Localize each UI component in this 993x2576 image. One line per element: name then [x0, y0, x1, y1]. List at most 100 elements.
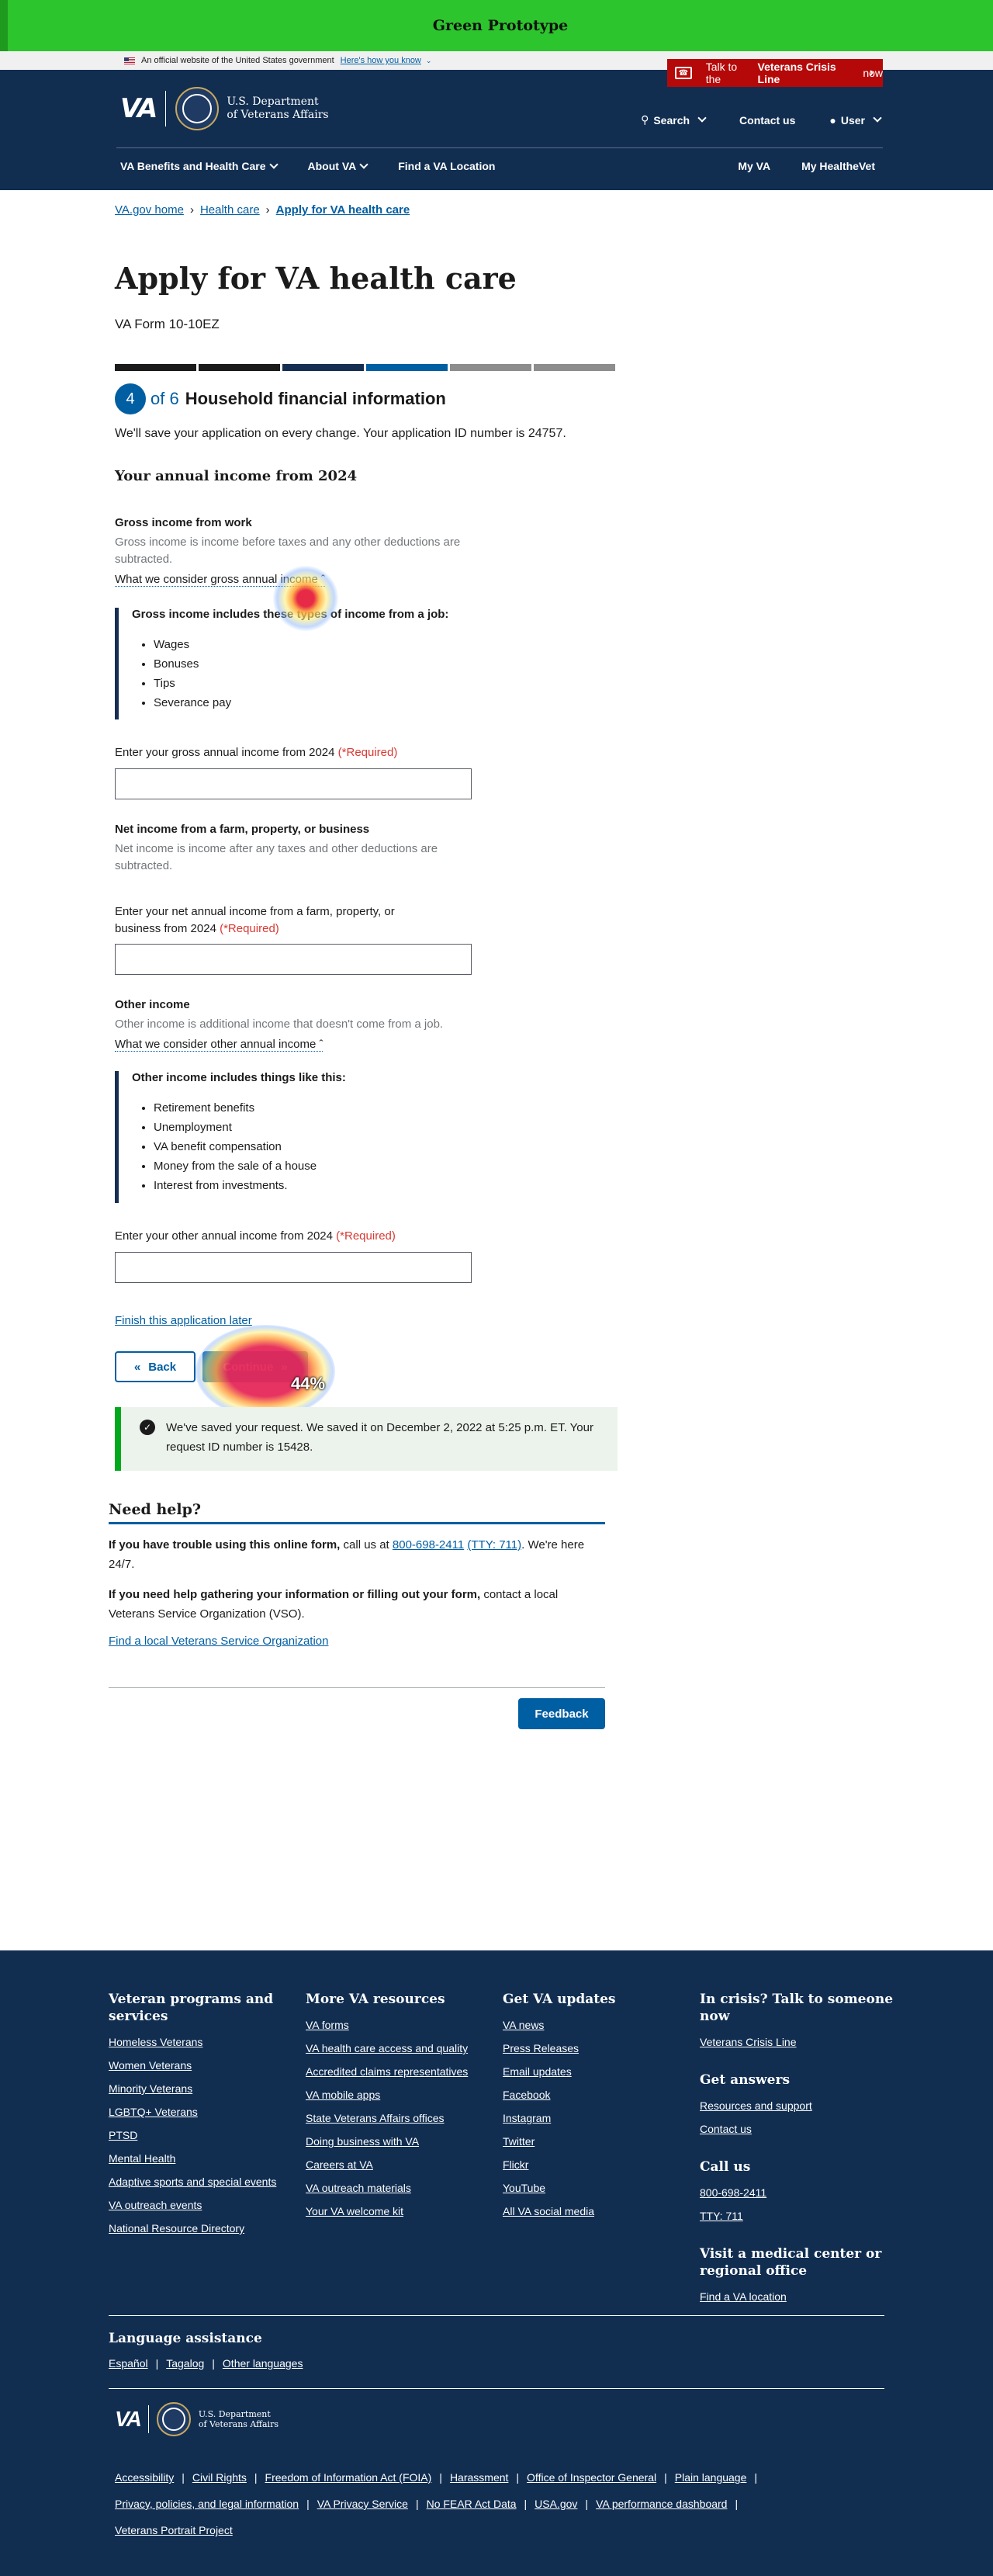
- footer-link[interactable]: National Resource Directory: [109, 2222, 306, 2234]
- find-vso-link[interactable]: Find a local Veterans Service Organizati…: [109, 1635, 605, 1648]
- other-income-group: Other income Other income is additional …: [115, 998, 487, 1052]
- footer-link[interactable]: Flickr: [503, 2158, 700, 2171]
- footer-link[interactable]: PTSD: [109, 2129, 306, 2141]
- help-paragraph-2: If you need help gathering your informat…: [109, 1585, 605, 1624]
- nav-my-va[interactable]: My VA: [738, 160, 770, 172]
- finish-later-link[interactable]: Finish this application later: [115, 1314, 252, 1327]
- footer-link[interactable]: Resources and support: [700, 2099, 894, 2112]
- search-button[interactable]: ⚲ Search: [641, 113, 707, 127]
- dept-line-1: U.S. Department: [227, 95, 319, 108]
- user-label: User: [840, 113, 865, 127]
- back-button[interactable]: « Back: [115, 1351, 195, 1382]
- va-logo[interactable]: VA U.S. Department of Veterans Affairs: [120, 87, 329, 130]
- footer-link[interactable]: Accredited claims representatives: [306, 2065, 503, 2078]
- search-label: Search: [653, 113, 690, 127]
- footer-link[interactable]: VA outreach events: [109, 2199, 306, 2211]
- legal-link[interactable]: Freedom of Information Act (FOIA): [265, 2471, 432, 2484]
- double-chevron-right-icon: »: [281, 1360, 288, 1374]
- nav-about[interactable]: About VA: [308, 160, 368, 172]
- footer-link[interactable]: Doing business with VA: [306, 2135, 503, 2148]
- net-label: Net income from a farm, property, or bus…: [115, 823, 370, 836]
- separator: |: [439, 2471, 442, 2484]
- contact-us-link[interactable]: Contact us: [739, 113, 795, 127]
- footer-link[interactable]: VA mobile apps: [306, 2089, 503, 2101]
- footer-link[interactable]: VA news: [503, 2019, 700, 2031]
- footer-va-logo[interactable]: VA U.S. Department of Veterans Affairs: [115, 2402, 279, 2436]
- footer-link[interactable]: TTY: 711: [700, 2210, 894, 2222]
- footer-link[interactable]: Find a VA location: [700, 2290, 894, 2303]
- lang-link[interactable]: Español: [109, 2357, 148, 2370]
- department-name: U.S. Department of Veterans Affairs: [227, 95, 328, 122]
- user-menu-button[interactable]: ● User: [829, 113, 882, 127]
- footer-link[interactable]: Twitter: [503, 2135, 700, 2148]
- nav-my-healthevet[interactable]: My HealtheVet: [801, 160, 875, 172]
- main-content: VA.gov home › Health care › Apply for VA…: [0, 190, 993, 1950]
- chevron-right-icon: ›: [189, 203, 194, 217]
- feedback-button[interactable]: Feedback: [518, 1698, 605, 1729]
- legal-link[interactable]: Office of Inspector General: [527, 2471, 656, 2484]
- footer-link[interactable]: YouTube: [503, 2182, 700, 2194]
- net-income-input[interactable]: [115, 944, 472, 975]
- lang-link[interactable]: Tagalog: [166, 2357, 204, 2370]
- breadcrumb-current[interactable]: Apply for VA health care: [276, 203, 410, 217]
- footer-link[interactable]: 800-698-2411: [700, 2186, 894, 2199]
- check-circle-icon: ✓: [140, 1420, 155, 1435]
- tty-link[interactable]: (TTY: 711): [467, 1538, 521, 1551]
- legal-link[interactable]: VA Privacy Service: [317, 2498, 408, 2510]
- footer-link[interactable]: Adaptive sports and special events: [109, 2176, 306, 2188]
- heatmap-percentage: 44%: [291, 1374, 326, 1393]
- footer-link[interactable]: Homeless Veterans: [109, 2036, 306, 2048]
- official-text: An official website of the United States…: [141, 56, 334, 65]
- success-alert: ✓ We've saved your request. We saved it …: [115, 1407, 618, 1471]
- gross-info-toggle[interactable]: What we consider gross annual income ˆ: [115, 573, 325, 587]
- other-field-text: Enter your other annual income from 2024: [115, 1229, 333, 1243]
- nav-benefits[interactable]: VA Benefits and Health Care: [120, 160, 279, 172]
- footer-link[interactable]: All VA social media: [503, 2205, 700, 2217]
- logo-divider: [147, 2405, 149, 2433]
- footer-link[interactable]: Press Releases: [503, 2042, 700, 2054]
- chevron-up-icon: ˆ: [319, 1038, 324, 1051]
- other-income-input[interactable]: [115, 1252, 472, 1283]
- dept-line-1: U.S. Department: [198, 2409, 271, 2419]
- footer-link[interactable]: Minority Veterans: [109, 2082, 306, 2095]
- legal-link[interactable]: Privacy, policies, and legal information: [115, 2498, 299, 2510]
- gross-hint: Gross income is income before taxes and …: [115, 536, 461, 566]
- separator: |: [735, 2498, 739, 2510]
- header-utility-nav: ⚲ Search Contact us ● User: [641, 113, 882, 127]
- legal-link[interactable]: Plain language: [675, 2471, 747, 2484]
- chevron-right-icon: ›: [265, 203, 270, 217]
- breadcrumb-health-care[interactable]: Health care: [200, 203, 260, 217]
- phone-link[interactable]: 800-698-2411: [393, 1538, 464, 1551]
- legal-link[interactable]: Harassment: [450, 2471, 508, 2484]
- footer-link[interactable]: Women Veterans: [109, 2059, 306, 2072]
- legal-link[interactable]: USA.gov: [535, 2498, 577, 2510]
- footer-link[interactable]: Mental Health: [109, 2152, 306, 2165]
- legal-link[interactable]: Civil Rights: [192, 2471, 247, 2484]
- search-icon: ⚲: [641, 113, 649, 126]
- footer-link[interactable]: Careers at VA: [306, 2158, 503, 2171]
- legal-link[interactable]: Veterans Portrait Project: [115, 2524, 233, 2536]
- breadcrumb-home[interactable]: VA.gov home: [115, 203, 184, 217]
- footer-link[interactable]: VA outreach materials: [306, 2182, 503, 2194]
- heres-how-you-know-link[interactable]: Here's how you know: [341, 56, 421, 65]
- footer-link[interactable]: State Veterans Affairs offices: [306, 2112, 503, 2124]
- gross-income-input[interactable]: [115, 768, 472, 799]
- footer-link[interactable]: VA forms: [306, 2019, 503, 2031]
- footer-link[interactable]: Your VA welcome kit: [306, 2205, 503, 2217]
- footer-link[interactable]: Email updates: [503, 2065, 700, 2078]
- footer-link[interactable]: LGBTQ+ Veterans: [109, 2106, 306, 2118]
- footer-link[interactable]: Facebook: [503, 2089, 700, 2101]
- footer-link[interactable]: Instagram: [503, 2112, 700, 2124]
- footer-link[interactable]: Contact us: [700, 2123, 894, 2135]
- crisis-line-button[interactable]: ☎ Talk to the Veterans Crisis Line now ›: [667, 59, 883, 87]
- separator: |: [155, 2357, 159, 2370]
- footer-link[interactable]: Veterans Crisis Line: [700, 2036, 894, 2048]
- legal-link[interactable]: VA performance dashboard: [596, 2498, 727, 2510]
- progress-segment: [534, 364, 615, 371]
- footer-link[interactable]: VA health care access and quality: [306, 2042, 503, 2054]
- other-info-toggle[interactable]: What we consider other annual income ˆ: [115, 1038, 324, 1052]
- lang-link[interactable]: Other languages: [223, 2357, 303, 2370]
- nav-find-location[interactable]: Find a VA Location: [398, 160, 495, 172]
- legal-link[interactable]: Accessibility: [115, 2471, 174, 2484]
- legal-link[interactable]: No FEAR Act Data: [427, 2498, 517, 2510]
